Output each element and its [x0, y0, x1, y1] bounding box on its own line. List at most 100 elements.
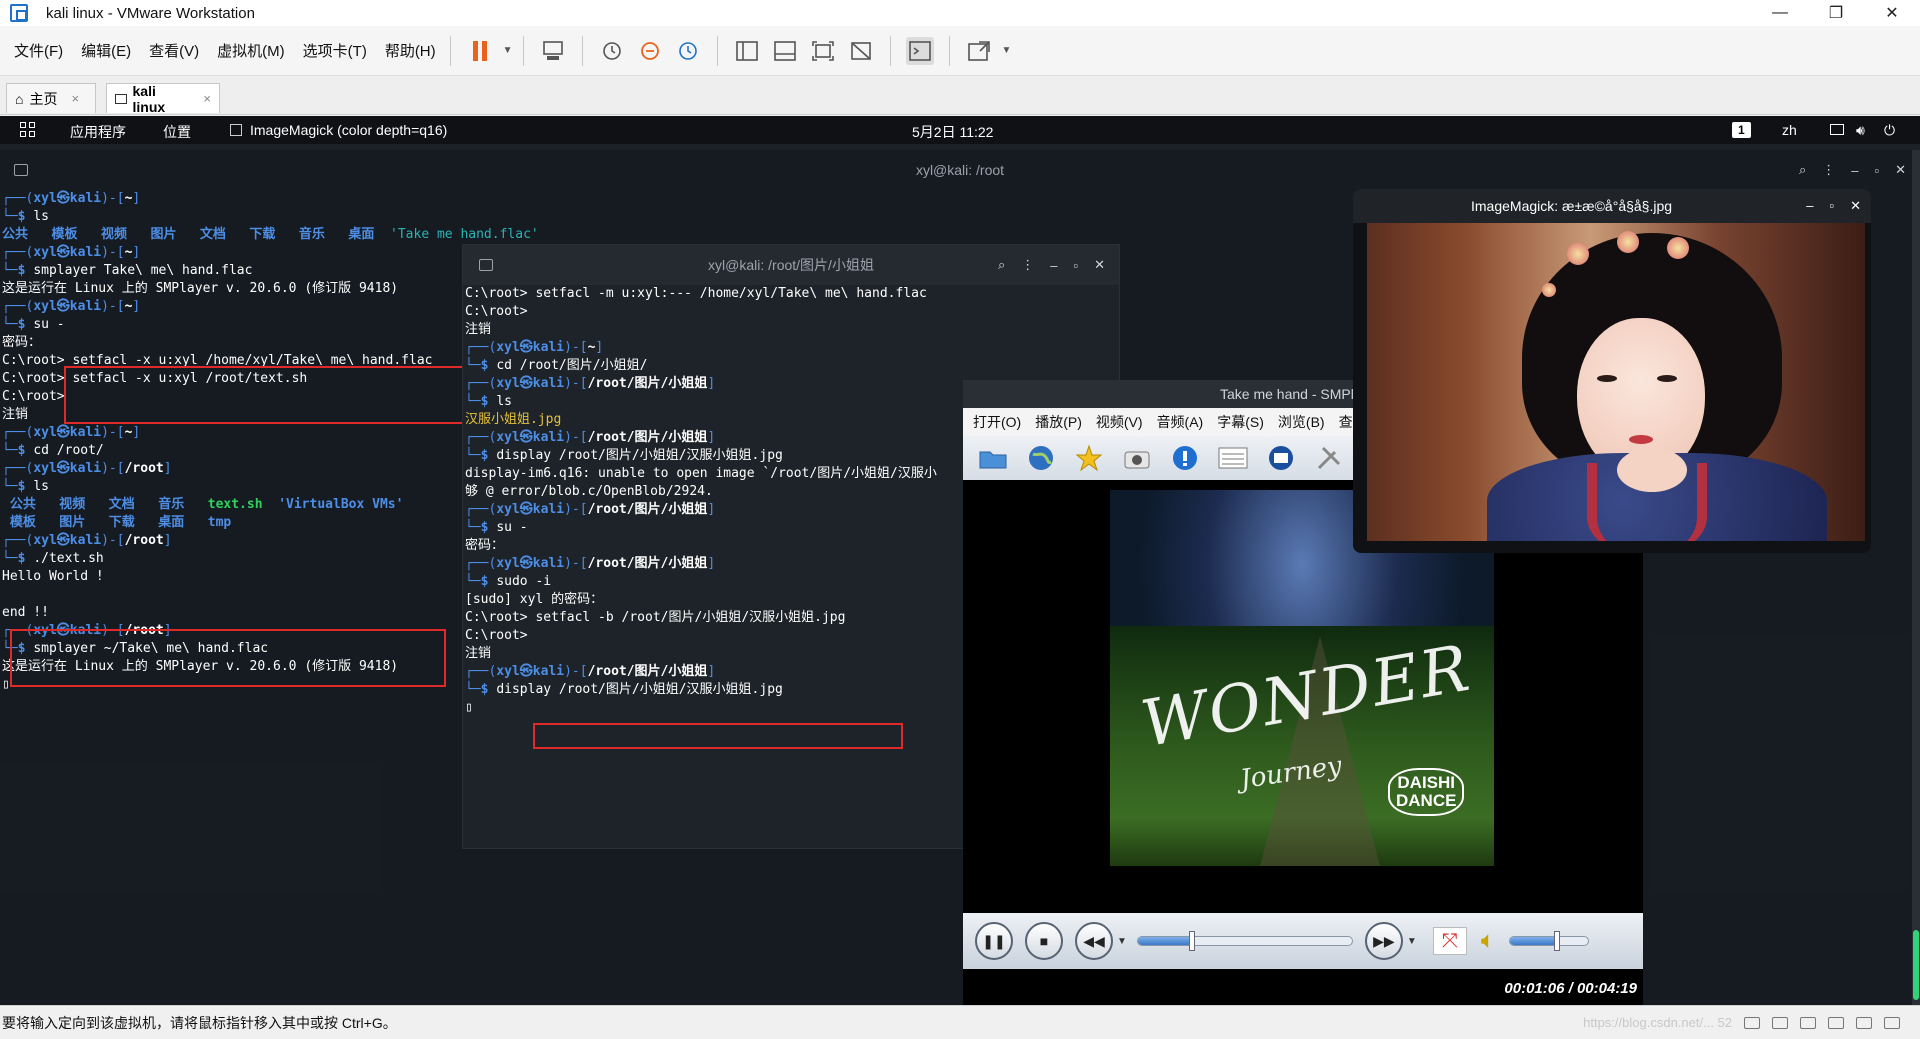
terminal-text: C:\root> setfacl -m u:xyl:--- /home/xyl/…: [465, 286, 927, 301]
info-icon[interactable]: [1167, 440, 1203, 476]
toolbar-separator: [889, 35, 891, 66]
maximize-button[interactable]: ❐: [1808, 0, 1864, 26]
playlist-icon[interactable]: [1215, 440, 1251, 476]
terminal-text: ls: [33, 209, 49, 224]
revert-snapshot-icon[interactable]: [636, 37, 664, 65]
menu-file[interactable]: 文件(F): [14, 40, 63, 61]
fullscreen-icon[interactable]: [809, 37, 837, 65]
panel-clock[interactable]: 5月2日 11:22: [912, 122, 993, 142]
display-status-icon[interactable]: [1884, 1016, 1900, 1029]
smp-menu-subtitles[interactable]: 字幕(S): [1217, 412, 1264, 432]
terminal-secondary-output[interactable]: C:\root> setfacl -m u:xyl:--- /home/xyl/…: [465, 285, 937, 717]
pause-button[interactable]: ❚❚: [975, 922, 1013, 960]
sound-icon[interactable]: [1856, 1016, 1872, 1029]
menu-tabs[interactable]: 选项卡(T): [303, 40, 367, 61]
close-icon[interactable]: ✕: [1094, 257, 1105, 273]
terminal-line: ┌──(xyl㉿kali)-[/root]: [2, 460, 539, 478]
close-icon[interactable]: ✕: [1850, 198, 1861, 214]
terminal-main-output[interactable]: ┌──(xyl㉿kali)-[~] └─$ ls 公共 模板 视频 图片 文档 下载…: [2, 190, 539, 694]
scrollbar-thumb[interactable]: [1913, 930, 1919, 1000]
seek-handle[interactable]: [1189, 931, 1196, 951]
close-button[interactable]: ✕: [1864, 0, 1920, 26]
smp-menu-browse[interactable]: 浏览(B): [1278, 412, 1325, 432]
smp-menu-play[interactable]: 播放(P): [1035, 412, 1082, 432]
forward-button[interactable]: ▶▶: [1364, 922, 1403, 960]
search-icon[interactable]: ⌕: [1799, 162, 1806, 178]
search-icon[interactable]: ⌕: [998, 257, 1005, 273]
terminal-text: ]: [163, 461, 172, 476]
snapshot-icon[interactable]: [598, 37, 626, 65]
screenshot-camera-icon[interactable]: [1119, 440, 1155, 476]
open-folder-icon[interactable]: [975, 440, 1011, 476]
minimize-icon[interactable]: –: [1050, 258, 1057, 273]
volume-icon[interactable]: 🔊︎: [1856, 122, 1865, 139]
menu-help[interactable]: 帮助(H): [385, 40, 436, 61]
smp-menu-open[interactable]: 打开(O): [973, 412, 1021, 432]
preferences-tools-icon[interactable]: [1311, 440, 1347, 476]
apps-grid-icon[interactable]: [20, 122, 35, 137]
terminal-line: ┌──(xyl㉿kali)-[/root/图片/小姐姐]: [465, 501, 937, 519]
maximize-icon[interactable]: ▫: [1829, 198, 1834, 214]
tab-home[interactable]: ⌂ 主页 ×: [6, 83, 96, 113]
menu-view[interactable]: 查看(V): [149, 40, 199, 61]
menu-edit[interactable]: 编辑(E): [81, 40, 131, 61]
close-icon[interactable]: ✕: [1895, 162, 1906, 178]
terminal-text: 公共 模板 视频 图片 文档 下载 音乐 桌面: [2, 227, 391, 242]
vmware-status-bar: 要将输入定向到该虚拟机，请将鼠标指针移入其中或按 Ctrl+G。 https:/…: [0, 1005, 1920, 1039]
console-view-icon[interactable]: [905, 36, 934, 65]
chevron-down-icon[interactable]: ▼: [1002, 45, 1012, 56]
terminal-text: ]: [707, 664, 716, 679]
menu-icon[interactable]: ⋮: [1021, 257, 1034, 273]
unity-icon[interactable]: [847, 37, 875, 65]
cover-artist-line2: DANCE: [1396, 791, 1457, 810]
volume-speaker-icon[interactable]: 🔈︎: [1481, 927, 1495, 955]
panel-active-window[interactable]: ImageMagick (color depth=q16): [250, 122, 447, 138]
favorites-star-icon[interactable]: [1071, 440, 1107, 476]
snapshot-manager-icon[interactable]: [674, 37, 702, 65]
maximize-icon[interactable]: ▫: [1073, 258, 1078, 273]
smp-menu-more[interactable]: 查: [1339, 412, 1353, 432]
stretch-guest-icon[interactable]: [965, 37, 993, 65]
send-ctrl-alt-del-icon[interactable]: [539, 37, 567, 65]
maximize-icon[interactable]: ▫: [1874, 163, 1879, 178]
hdd-icon[interactable]: [1744, 1016, 1760, 1029]
tab-close-icon[interactable]: ×: [71, 91, 79, 106]
panel-applications[interactable]: 应用程序: [70, 122, 126, 142]
globe-icon[interactable]: [1023, 440, 1059, 476]
chevron-down-icon[interactable]: ▼: [503, 45, 513, 56]
seek-slider[interactable]: [1136, 931, 1353, 951]
chevron-down-icon[interactable]: ▼: [1117, 936, 1127, 947]
tab-kali-linux[interactable]: kali linux ×: [106, 83, 220, 115]
menu-icon[interactable]: ⋮: [1822, 162, 1835, 178]
power-icon[interactable]: ⏻: [1884, 122, 1895, 139]
stop-button[interactable]: ■: [1025, 922, 1063, 960]
guest-scrollbar[interactable]: [1912, 150, 1920, 1005]
menu-vm[interactable]: 虚拟机(M): [217, 40, 285, 61]
panel-places[interactable]: 位置: [163, 122, 191, 142]
usb-icon[interactable]: [1828, 1016, 1844, 1029]
video-settings-icon[interactable]: [1263, 440, 1299, 476]
minimize-icon[interactable]: –: [1851, 163, 1858, 178]
pause-icon[interactable]: [466, 37, 494, 65]
rewind-button[interactable]: ◀◀: [1075, 922, 1113, 960]
terminal-text: su -: [33, 317, 65, 332]
terminal-line: └─$ smplayer Take\ me\ hand.flac: [2, 262, 539, 280]
smp-menu-video[interactable]: 视频(V): [1096, 412, 1143, 432]
network-icon[interactable]: [1800, 1016, 1816, 1029]
tab-close-icon[interactable]: ×: [203, 91, 211, 106]
smp-menu-audio[interactable]: 音频(A): [1157, 412, 1204, 432]
imagemagick-window[interactable]: ImageMagick: æ±æ©å°å§å§.jpg – ▫ ✕: [1353, 189, 1871, 553]
minimize-icon[interactable]: –: [1806, 198, 1813, 214]
fullscreen-toggle-icon[interactable]: ⤧: [1432, 927, 1467, 955]
minimize-button[interactable]: —: [1752, 0, 1808, 26]
volume-slider[interactable]: [1509, 931, 1590, 951]
thumbnail-bar-icon[interactable]: [771, 37, 799, 65]
cdrom-icon[interactable]: [1772, 1016, 1788, 1029]
display-icon[interactable]: [1830, 124, 1844, 135]
input-language[interactable]: zh: [1782, 122, 1797, 138]
library-view-icon[interactable]: [733, 37, 761, 65]
guest-display[interactable]: 应用程序 位置 ImageMagick (color depth=q16) 5月…: [0, 116, 1920, 1005]
chevron-down-icon[interactable]: ▼: [1407, 936, 1417, 947]
workspace-badge[interactable]: 1: [1732, 122, 1751, 138]
volume-handle[interactable]: [1554, 931, 1561, 951]
